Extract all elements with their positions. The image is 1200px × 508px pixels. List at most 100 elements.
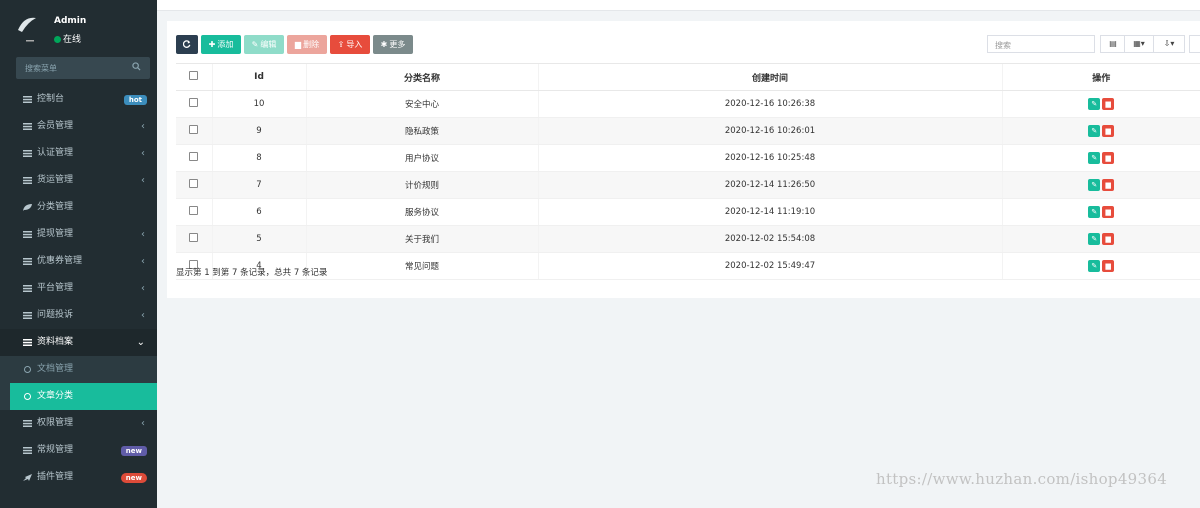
cell-name: 隐私政策	[305, 117, 538, 145]
pencil-icon: ✎	[1091, 235, 1098, 243]
row-delete-button[interactable]: ▆	[1102, 206, 1115, 218]
sidebar: Admin 在线 搜索菜单 控制台 hot 会员管理 ‹ 认证管理 ‹ 货运管理…	[0, 0, 157, 508]
row-delete-button[interactable]: ▆	[1102, 98, 1115, 110]
sidebar-item-plugins[interactable]: 插件管理 new	[0, 464, 157, 491]
refresh-icon	[182, 40, 191, 48]
sidebar-item-platform[interactable]: 平台管理 ‹	[0, 275, 157, 302]
edit-button[interactable]: ✎ 编辑	[244, 35, 284, 54]
sidebar-item-label: 控制台	[37, 94, 65, 104]
sidebar-item-label: 常规管理	[37, 445, 74, 455]
top-navbar	[157, 0, 1200, 11]
add-button[interactable]: ✚ 添加	[201, 35, 241, 54]
new-badge: new	[120, 446, 147, 456]
more-button[interactable]: ✱ 更多	[373, 35, 413, 54]
edit-button-label: 编辑	[260, 40, 277, 49]
table-row: 10 安全中心 2020-12-16 10:26:38 ✎ ▆	[176, 90, 1200, 118]
table-row: 9 隐私政策 2020-12-16 10:26:01 ✎ ▆	[176, 117, 1200, 145]
row-edit-button[interactable]: ✎	[1088, 260, 1101, 272]
cell-id: 6	[211, 198, 306, 226]
more-button-label: 更多	[389, 40, 406, 49]
row-edit-button[interactable]: ✎	[1088, 125, 1101, 137]
row-delete-button[interactable]: ▆	[1102, 152, 1115, 164]
avatar	[16, 14, 40, 44]
chevron-left-icon: ‹	[141, 121, 145, 132]
row-checkbox[interactable]	[189, 179, 199, 188]
cell-name: 用户协议	[305, 144, 538, 172]
cell-created: 2020-12-16 10:26:01	[537, 117, 1002, 145]
sidebar-item-members[interactable]: 会员管理 ‹	[0, 113, 157, 140]
sidebar-item-label: 资料档案	[37, 337, 74, 347]
sidebar-item-general[interactable]: 常规管理 new	[0, 437, 157, 464]
grid-icon: ▦▾	[1133, 39, 1145, 48]
sidebar-item-label: 货运管理	[37, 175, 74, 185]
table-search-input[interactable]: 搜索	[987, 35, 1095, 53]
select-all-checkbox[interactable]	[189, 71, 199, 80]
upload-icon: ⇪	[337, 40, 345, 49]
cell-name: 常见问题	[305, 252, 538, 280]
cell-id: 5	[211, 225, 306, 253]
row-edit-button[interactable]: ✎	[1088, 179, 1101, 191]
row-edit-button[interactable]: ✎	[1088, 98, 1101, 110]
sidebar-item-label: 平台管理	[37, 283, 74, 293]
column-header-created[interactable]: 创建时间	[537, 63, 1002, 91]
user-status: 在线	[54, 32, 81, 45]
row-delete-button[interactable]: ▆	[1102, 260, 1115, 272]
chevron-left-icon: ‹	[141, 256, 145, 267]
sidebar-item-category[interactable]: 分类管理	[0, 194, 157, 221]
table-row: 4 常见问题 2020-12-02 15:49:47 ✎ ▆	[176, 252, 1200, 280]
sidebar-item-label: 问题投诉	[37, 310, 74, 320]
refresh-button[interactable]	[176, 35, 198, 54]
row-checkbox[interactable]	[189, 233, 199, 242]
user-status-label: 在线	[63, 35, 82, 45]
search-toggle-button[interactable]	[1189, 35, 1200, 53]
cell-created: 2020-12-14 11:19:10	[537, 198, 1002, 226]
add-button-label: 添加	[217, 40, 234, 49]
sidebar-item-permissions[interactable]: 权限管理 ‹	[0, 410, 157, 437]
sidebar-item-auth[interactable]: 认证管理 ‹	[0, 140, 157, 167]
sidebar-item-label: 优惠券管理	[37, 256, 83, 266]
pencil-icon: ✎	[1091, 208, 1098, 216]
export-icon: ⇩▾	[1163, 39, 1175, 48]
toggle-view-button[interactable]: ▤	[1100, 35, 1126, 53]
circle-icon	[24, 393, 31, 400]
sidebar-item-archive[interactable]: 资料档案 ⌄	[0, 329, 157, 356]
sidebar-item-dashboard[interactable]: 控制台 hot	[0, 86, 157, 113]
cell-id: 7	[211, 171, 306, 199]
row-edit-button[interactable]: ✎	[1088, 206, 1101, 218]
plus-icon: ✚	[208, 40, 216, 49]
sidebar-item-withdraw[interactable]: 提现管理 ‹	[0, 221, 157, 248]
gear-icon: ✱	[380, 40, 388, 49]
search-icon[interactable]	[132, 62, 141, 71]
import-button[interactable]: ⇪ 导入	[330, 35, 370, 54]
export-button[interactable]: ⇩▾	[1153, 35, 1185, 53]
user-name: Admin	[54, 16, 87, 26]
row-checkbox[interactable]	[189, 98, 199, 107]
list-icon	[23, 258, 32, 265]
row-checkbox[interactable]	[189, 206, 199, 215]
row-delete-button[interactable]: ▆	[1102, 125, 1115, 137]
row-edit-button[interactable]: ✎	[1088, 152, 1101, 164]
sidebar-submenu: 文档管理 文章分类	[0, 356, 157, 410]
row-edit-button[interactable]: ✎	[1088, 233, 1101, 245]
sidebar-search-input[interactable]: 搜索菜单	[16, 57, 150, 79]
sidebar-item-freight[interactable]: 货运管理 ‹	[0, 167, 157, 194]
delete-button[interactable]: ▆ 删除	[287, 35, 327, 54]
column-header-name[interactable]: 分类名称	[305, 63, 538, 91]
row-checkbox[interactable]	[189, 152, 199, 161]
row-delete-button[interactable]: ▆	[1102, 233, 1115, 245]
cell-created: 2020-12-14 11:26:50	[537, 171, 1002, 199]
list-icon	[23, 339, 32, 346]
dashboard-icon	[23, 96, 32, 103]
row-delete-button[interactable]: ▆	[1102, 179, 1115, 191]
watermark-text: https://www.huzhan.com/ishop49364	[876, 470, 1168, 488]
sidebar-item-complaints[interactable]: 问题投诉 ‹	[0, 302, 157, 329]
chevron-down-icon: ⌄	[136, 337, 145, 348]
row-checkbox[interactable]	[189, 125, 199, 134]
columns-button[interactable]: ▦▾	[1124, 35, 1154, 53]
sidebar-item-coupons[interactable]: 优惠券管理 ‹	[0, 248, 157, 275]
sidebar-item-article-category[interactable]: 文章分类	[10, 383, 157, 410]
cell-name: 安全中心	[305, 90, 538, 118]
table-search-placeholder: 搜索	[995, 41, 1011, 50]
column-header-id[interactable]: Id	[211, 63, 306, 91]
sidebar-item-documents[interactable]: 文档管理	[0, 356, 157, 383]
